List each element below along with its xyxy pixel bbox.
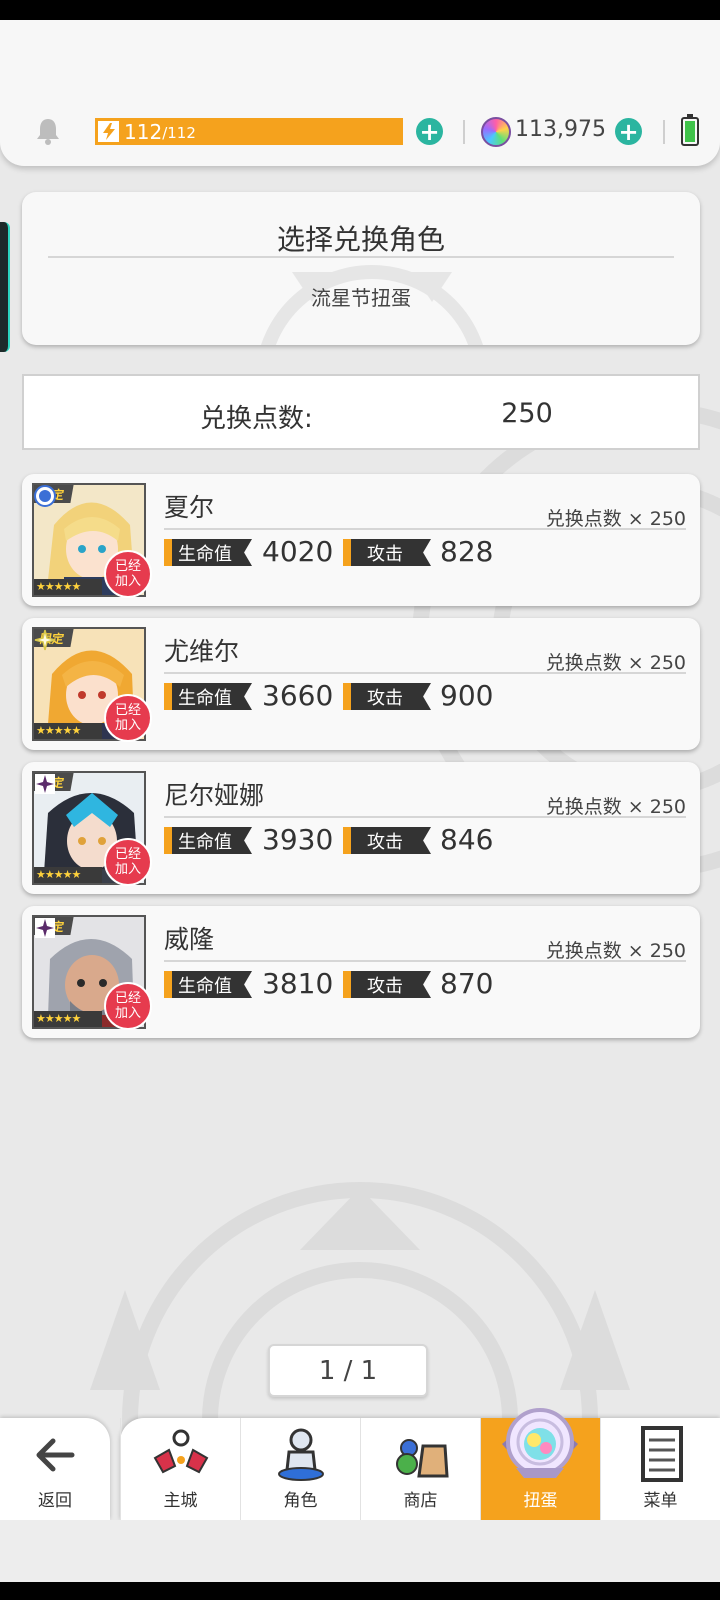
attack-value: 900 — [440, 679, 494, 712]
nav-item-home[interactable]: 主城 — [120, 1418, 240, 1520]
dark-star-icon — [35, 774, 55, 794]
back-label: 返回 — [38, 1491, 72, 1511]
bottom-navigation: 主城 角色 商店 扭蛋 菜单 — [120, 1418, 720, 1520]
attack-label: 攻击 — [343, 539, 431, 566]
stamina-max: /112 — [162, 124, 196, 142]
hp-value: 3930 — [262, 823, 334, 856]
side-drawer-handle[interactable] — [0, 222, 10, 352]
joined-badge-line1: 已经 — [114, 703, 141, 718]
joined-badge: 已经 加入 — [104, 838, 152, 886]
gacha-orb-icon — [502, 1408, 578, 1478]
gem-count: 113,975 — [515, 117, 606, 142]
character-card[interactable]: 限定 ★★★★★ 已经 加入 威隆 兑换点数 × 250 生命值 3810 攻击… — [22, 906, 700, 1038]
character-card[interactable]: 限定 ★★★★★ 已经 加入 尼尔娅娜 兑换点数 × 250 生命值 3930 … — [22, 762, 700, 894]
exchange-cost: 兑换点数 × 250 — [545, 508, 686, 530]
nav-item-shop[interactable]: 商店 — [360, 1418, 480, 1520]
menu-list-icon — [641, 1426, 683, 1482]
hp-label: 生命值 — [164, 683, 252, 710]
attack-label: 攻击 — [343, 971, 431, 998]
light-sparkle-icon — [34, 629, 56, 651]
hp-label: 生命值 — [164, 539, 252, 566]
joined-badge-line1: 已经 — [114, 991, 141, 1006]
bell-icon[interactable] — [33, 116, 63, 146]
attack-label: 攻击 — [343, 827, 431, 854]
back-button[interactable]: 返回 — [0, 1418, 110, 1520]
bottom-background-strip — [0, 1520, 720, 1582]
character-figure-icon — [278, 1428, 324, 1481]
exchange-cost: 兑换点数 × 250 — [545, 940, 686, 962]
joined-badge: 已经 加入 — [104, 982, 152, 1030]
divider — [164, 672, 686, 674]
divider — [164, 960, 686, 962]
hp-value: 3810 — [262, 967, 334, 1000]
attack-value: 828 — [440, 535, 494, 568]
page-title: 选择兑换角色 — [276, 223, 445, 256]
joined-badge: 已经 加入 — [104, 694, 152, 742]
character-name: 尼尔娅娜 — [164, 781, 265, 810]
divider — [663, 120, 665, 144]
nav-item-characters[interactable]: 角色 — [240, 1418, 360, 1520]
character-card[interactable]: 限定 ★★★★★ 已经 加入 夏尔 兑换点数 × 250 生命值 4020 攻击… — [22, 474, 700, 606]
add-stamina-button[interactable]: + — [416, 118, 443, 145]
hp-value: 3660 — [262, 679, 334, 712]
attack-value: 846 — [440, 823, 494, 856]
star-rating: ★★★★★ — [34, 867, 102, 883]
water-circle-icon — [34, 485, 56, 507]
castle-icon — [153, 1429, 209, 1474]
stamina-bar: 112 /112 — [95, 118, 403, 145]
character-name: 尤维尔 — [164, 637, 240, 666]
exchange-points-box: 兑换点数: 250 — [22, 374, 700, 450]
battery-icon — [681, 114, 699, 146]
lightning-icon — [98, 121, 119, 142]
system-navigation-bar — [0, 1582, 720, 1600]
joined-badge-line2: 加入 — [114, 1006, 141, 1021]
hp-label: 生命值 — [164, 971, 252, 998]
shop-bag-icon — [396, 1439, 449, 1478]
nav-label: 菜单 — [643, 1491, 678, 1511]
arrow-left-icon — [36, 1438, 75, 1472]
divider — [164, 528, 686, 530]
stamina-current: 112 — [124, 119, 163, 144]
exchange-points-label: 兑换点数: — [200, 404, 313, 434]
joined-badge: 已经 加入 — [104, 550, 152, 598]
joined-badge-line2: 加入 — [114, 574, 141, 589]
star-rating: ★★★★★ — [34, 579, 102, 595]
exchange-cost: 兑换点数 × 250 — [545, 652, 686, 674]
star-rating: ★★★★★ — [34, 1011, 102, 1027]
nav-label: 扭蛋 — [523, 1491, 558, 1511]
joined-badge-line1: 已经 — [114, 847, 141, 862]
gem-icon — [481, 117, 511, 147]
banner-name: 流星节扭蛋 — [311, 286, 411, 310]
joined-badge-line1: 已经 — [114, 559, 141, 574]
hp-value: 4020 — [262, 535, 334, 568]
divider — [164, 816, 686, 818]
exchange-title-panel: 选择兑换角色 流星节扭蛋 — [22, 192, 700, 345]
hp-label: 生命值 — [164, 827, 252, 854]
joined-badge-line2: 加入 — [114, 862, 141, 877]
nav-label: 主城 — [163, 1491, 198, 1511]
character-card[interactable]: 限定 ★★★★★ 已经 加入 尤维尔 兑换点数 × 250 生命值 3660 攻… — [22, 618, 700, 750]
exchange-points-value: 250 — [501, 398, 553, 429]
attack-label: 攻击 — [343, 683, 431, 710]
star-rating: ★★★★★ — [34, 723, 102, 739]
page-indicator[interactable]: 1 / 1 — [268, 1344, 428, 1397]
add-gems-button[interactable]: + — [615, 118, 642, 145]
character-name: 威隆 — [164, 925, 215, 954]
nav-item-menu[interactable]: 菜单 — [600, 1418, 720, 1520]
nav-label: 商店 — [403, 1491, 438, 1511]
attack-value: 870 — [440, 967, 494, 1000]
divider — [463, 120, 465, 144]
system-status-bar — [0, 0, 720, 20]
dark-star-icon — [35, 918, 55, 938]
exchange-cost: 兑换点数 × 250 — [545, 796, 686, 818]
joined-badge-line2: 加入 — [114, 718, 141, 733]
divider — [48, 256, 674, 258]
character-name: 夏尔 — [164, 493, 215, 522]
nav-label: 角色 — [283, 1491, 318, 1511]
